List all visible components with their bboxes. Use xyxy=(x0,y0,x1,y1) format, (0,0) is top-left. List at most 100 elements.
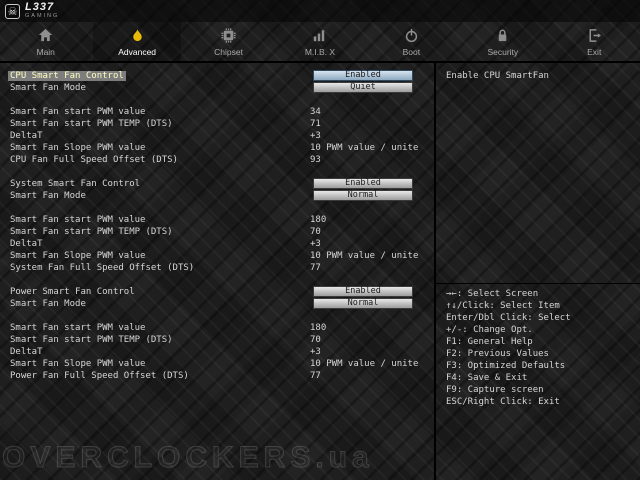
setting-value: 93 xyxy=(310,155,321,165)
brand-subtitle: GAMING xyxy=(25,13,60,20)
setting-label[interactable]: CPU Fan Full Speed Offset (DTS) xyxy=(10,155,178,165)
setting-row: CPU Smart Fan Control Enabled xyxy=(0,70,434,82)
setting-row: Smart Fan start PWM value 180 xyxy=(0,214,434,226)
hotkey-hint: Enter/Dbl Click: Select xyxy=(446,313,571,323)
setting-row: CPU Fan Full Speed Offset (DTS) 93 xyxy=(0,154,434,166)
setting-label[interactable]: System Smart Fan Control xyxy=(10,179,140,189)
tab-label: Chipset xyxy=(214,46,243,57)
setting-label[interactable]: DeltaT xyxy=(10,131,43,141)
tab-chipset[interactable]: Chipset xyxy=(185,22,273,62)
setting-row: System Fan Full Speed Offset (DTS) 77 xyxy=(0,262,434,274)
flame-icon xyxy=(132,27,142,41)
setting-row: Smart Fan Slope PWM value 10 PWM value / … xyxy=(0,142,434,154)
setting-row: DeltaT +3 xyxy=(0,238,434,250)
setting-label[interactable]: DeltaT xyxy=(10,239,43,249)
setting-value-button[interactable]: Enabled xyxy=(313,286,413,297)
tab-security[interactable]: Security xyxy=(459,22,547,62)
tab-advanced[interactable]: Advanced xyxy=(93,21,182,62)
padlock-icon xyxy=(499,29,507,41)
setting-row: Smart Fan start PWM TEMP (DTS) 71 xyxy=(0,118,434,130)
setting-value: 180 xyxy=(310,323,327,333)
hotkey-hint: F2: Previous Values xyxy=(446,349,549,359)
setting-row: Power Fan Full Speed Offset (DTS) 77 xyxy=(0,370,434,382)
bios-screen: ☠ L337 GAMING Main Advanced Chipset M.I.… xyxy=(0,0,640,480)
setting-label[interactable]: Smart Fan Slope PWM value xyxy=(10,143,145,153)
chip-icon xyxy=(221,27,236,43)
setting-row: DeltaT +3 xyxy=(0,346,434,358)
setting-row: System Smart Fan Control Enabled xyxy=(0,178,434,190)
help-panel: Enable CPU SmartFan →←: Select Screen ↑↓/… xyxy=(434,63,640,480)
setting-label[interactable]: System Fan Full Speed Offset (DTS) xyxy=(10,263,194,273)
setting-label[interactable]: Smart Fan start PWM TEMP (DTS) xyxy=(10,227,173,237)
setting-value: 10 PWM value / unite xyxy=(310,143,419,153)
house-icon xyxy=(39,28,53,41)
brand-title: L337 xyxy=(25,1,55,14)
setting-value: +3 xyxy=(310,239,321,249)
hotkey-hint: ↑↓/Click: Select Item xyxy=(446,301,560,311)
tab-label: Advanced xyxy=(118,46,157,57)
setting-value: 10 PWM value / unite xyxy=(310,251,419,261)
setting-label[interactable]: Smart Fan start PWM value xyxy=(10,215,145,225)
brand-logo: L337 GAMING xyxy=(25,2,59,20)
tab-label: M.I.B. X xyxy=(304,46,336,57)
setting-value: 77 xyxy=(310,263,321,273)
setting-label[interactable]: Smart Fan Mode xyxy=(10,83,86,93)
setting-label[interactable]: Smart Fan start PWM value xyxy=(10,323,145,333)
setting-value: 77 xyxy=(310,371,321,381)
tab-label: Exit xyxy=(587,46,602,57)
setting-label[interactable]: Smart Fan Mode xyxy=(10,299,86,309)
setting-value: 70 xyxy=(310,227,321,237)
setting-label[interactable]: Smart Fan Mode xyxy=(10,191,86,201)
setting-value-button[interactable]: Normal xyxy=(313,298,413,309)
setting-row: Smart Fan start PWM TEMP (DTS) 70 xyxy=(0,334,434,346)
hotkey-hint: F4: Save & Exit xyxy=(446,373,528,383)
setting-label[interactable]: Smart Fan start PWM TEMP (DTS) xyxy=(10,119,173,129)
setting-row: Smart Fan Slope PWM value 10 PWM value / … xyxy=(0,358,434,370)
setting-label[interactable]: Smart Fan Slope PWM value xyxy=(10,359,145,369)
setting-row: Smart Fan Slope PWM value 10 PWM value / … xyxy=(0,250,434,262)
hotkey-hint: F3: Optimized Defaults xyxy=(446,361,566,371)
watermark: OVERCLOCKERS.ua xyxy=(2,441,374,475)
settings-list: CPU Smart Fan Control Enabled Smart Fan Mo… xyxy=(0,70,434,382)
tab-main[interactable]: Main xyxy=(2,22,90,62)
setting-label[interactable]: Power Smart Fan Control xyxy=(10,287,135,297)
spacer-row xyxy=(0,202,434,214)
setting-row: Smart Fan start PWM value 180 xyxy=(0,322,434,334)
setting-row: Smart Fan Mode Normal xyxy=(0,298,434,310)
setting-value-button[interactable]: Enabled xyxy=(313,178,413,189)
power-icon xyxy=(405,28,418,42)
setting-label[interactable]: DeltaT xyxy=(10,347,43,357)
hotkey-hint: ESC/Right Click: Exit xyxy=(446,397,560,407)
setting-value: +3 xyxy=(310,131,321,141)
setting-value-button[interactable]: Normal xyxy=(313,190,413,201)
setting-row: Smart Fan start PWM TEMP (DTS) 70 xyxy=(0,226,434,238)
setting-value: 34 xyxy=(310,107,321,117)
setting-row: Smart Fan Mode Quiet xyxy=(0,82,434,94)
hotkey-legend: →←: Select Screen ↑↓/Click: Select Item En… xyxy=(436,283,640,408)
setting-value-button[interactable]: Enabled xyxy=(313,70,413,81)
hotkey-hint: F1: General Help xyxy=(446,337,533,347)
setting-label[interactable]: Smart Fan start PWM TEMP (DTS) xyxy=(10,335,173,345)
spacer-row xyxy=(0,274,434,286)
setting-row: Smart Fan start PWM value 34 xyxy=(0,106,434,118)
setting-label[interactable]: CPU Smart Fan Control xyxy=(8,71,126,81)
setting-value-button[interactable]: Quiet xyxy=(313,82,413,93)
setting-label[interactable]: Power Fan Full Speed Offset (DTS) xyxy=(10,371,189,381)
exit-door-icon xyxy=(589,28,601,42)
skull-icon: ☠ xyxy=(5,3,20,19)
setting-value: 71 xyxy=(310,119,321,129)
setting-value: 70 xyxy=(310,335,321,345)
tab-mib-x[interactable]: M.I.B. X xyxy=(276,22,364,62)
tab-label: Security xyxy=(487,46,519,57)
setting-label[interactable]: Smart Fan Slope PWM value xyxy=(10,251,145,261)
tab-exit[interactable]: Exit xyxy=(550,22,638,62)
tab-boot[interactable]: Boot xyxy=(367,22,455,62)
setting-value: 180 xyxy=(310,215,327,225)
setting-label[interactable]: Smart Fan start PWM value xyxy=(10,107,145,117)
help-text: Enable CPU SmartFan xyxy=(446,71,549,81)
spacer-row xyxy=(0,94,434,106)
hotkey-hint: F9: Capture screen xyxy=(446,385,544,395)
tab-label: Main xyxy=(36,46,55,57)
setting-value: 10 PWM value / unite xyxy=(310,359,419,369)
hotkey-hint: +/-: Change Opt. xyxy=(446,325,533,335)
